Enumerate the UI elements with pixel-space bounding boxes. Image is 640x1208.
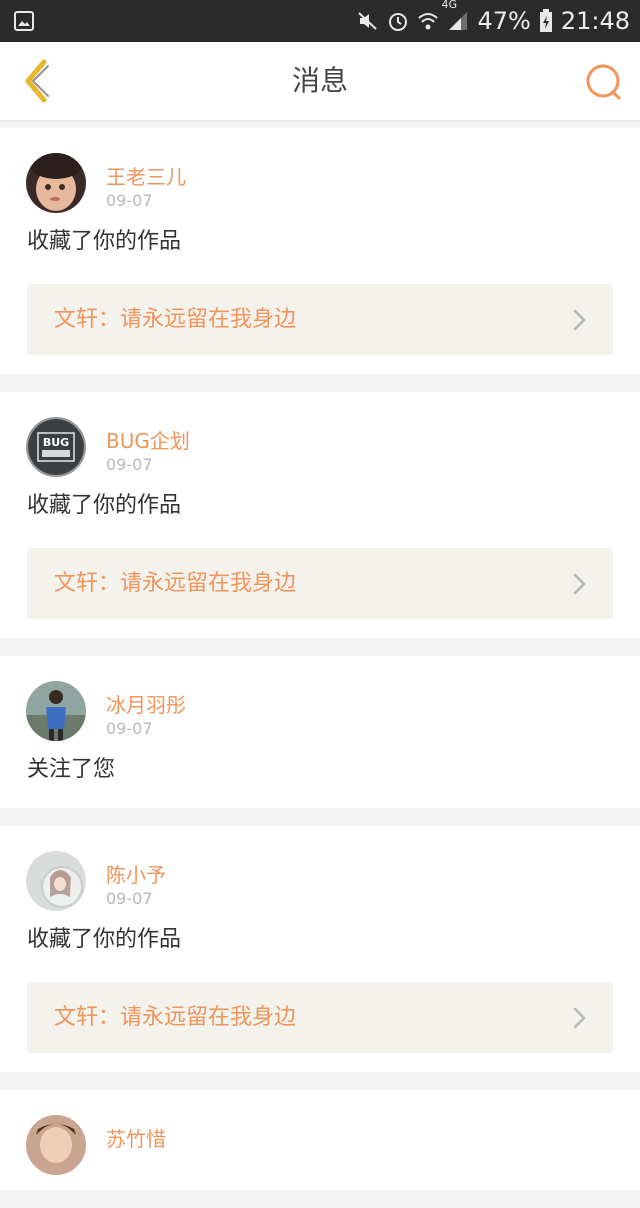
gallery-notification-icon (14, 11, 34, 31)
search-button[interactable] (582, 60, 626, 104)
status-right: 4G 47% 21:48 (357, 0, 630, 42)
message-list: 王老三儿 09-07 收藏了你的作品 文轩：请永远留在我身边 BUG BUG企划 (0, 128, 640, 1208)
page-title: 消息 (291, 64, 348, 97)
chevron-right-icon (573, 573, 586, 595)
chevron-right-icon (573, 1007, 586, 1029)
message-card: 冰月羽彤 09-07 关注了您 (0, 656, 640, 808)
chevron-right-icon (573, 309, 586, 331)
message-card: 陈小予 09-07 收藏了你的作品 文轩：请永远留在我身边 (0, 826, 640, 1072)
status-bar: 4G 47% 21:48 (0, 0, 640, 42)
search-icon (586, 64, 621, 100)
work-title: 文轩：请永远留在我身边 (54, 307, 297, 332)
message-header: 苏竹惜 (0, 1090, 640, 1176)
username[interactable]: 王老三儿 (106, 161, 186, 190)
message-date: 09-07 (106, 719, 153, 738)
action-text: 收藏了你的作品 (27, 927, 182, 952)
wifi-icon (417, 10, 439, 32)
action-text: 收藏了你的作品 (27, 493, 182, 518)
photo-avatar-icon (26, 1115, 86, 1175)
action-text: 关注了您 (27, 757, 116, 782)
signal-icon: 4G (441, 0, 469, 32)
message-header: 陈小予 09-07 (0, 826, 640, 912)
battery-percent: 47% (477, 7, 531, 35)
username[interactable]: 冰月羽彤 (106, 689, 186, 718)
message-header: 王老三儿 09-07 (0, 128, 640, 214)
clock: 21:48 (560, 7, 630, 35)
battery-charging-icon (539, 9, 553, 33)
avatar[interactable] (26, 681, 86, 741)
work-title: 文轩：请永远留在我身边 (54, 571, 297, 596)
message-date: 09-07 (106, 455, 153, 474)
message-card: 苏竹惜 (0, 1090, 640, 1190)
child-photo-avatar-icon (26, 153, 86, 213)
message-card: 王老三儿 09-07 收藏了你的作品 文轩：请永远留在我身边 (0, 128, 640, 374)
person-outdoor-avatar-icon (26, 681, 86, 741)
avatar[interactable] (26, 851, 86, 911)
network-type-label: 4G (441, 0, 458, 11)
work-title: 文轩：请永远留在我身边 (54, 1005, 297, 1030)
message-header: 冰月羽彤 09-07 (0, 656, 640, 742)
work-link[interactable]: 文轩：请永远留在我身边 (27, 284, 613, 355)
bug-logo-text: BUG (43, 436, 69, 449)
avatar[interactable] (26, 1115, 86, 1175)
message-date: 09-07 (106, 191, 153, 210)
top-navbar: 消息 (0, 42, 640, 122)
message-card: BUG BUG企划 09-07 收藏了你的作品 文轩：请永远留在我身边 (0, 392, 640, 638)
action-text: 收藏了你的作品 (27, 229, 182, 254)
work-link[interactable]: 文轩：请永远留在我身边 (27, 982, 613, 1053)
username[interactable]: 陈小予 (106, 859, 166, 888)
avatar[interactable]: BUG (26, 417, 86, 477)
avatar[interactable] (26, 153, 86, 213)
message-date: 09-07 (106, 889, 153, 908)
username[interactable]: BUG企划 (106, 425, 190, 454)
mute-icon (357, 10, 379, 32)
work-link[interactable]: 文轩：请永远留在我身边 (27, 548, 613, 619)
message-header: BUG BUG企划 09-07 (0, 392, 640, 478)
girl-photo-avatar-icon (26, 851, 86, 911)
bug-logo-avatar-icon: BUG (28, 419, 84, 475)
alarm-icon (387, 10, 409, 32)
